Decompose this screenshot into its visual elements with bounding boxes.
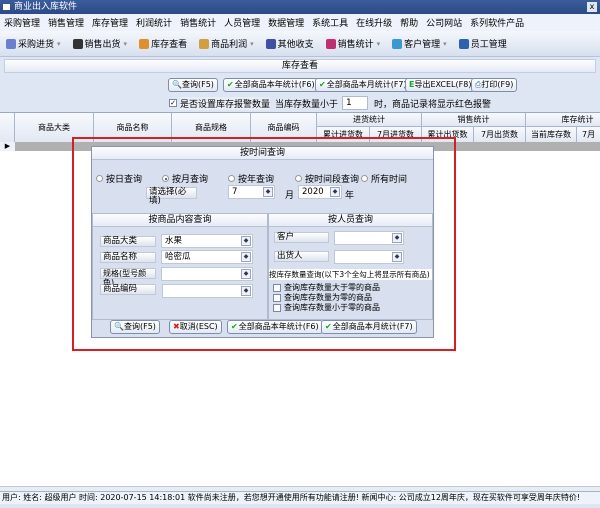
chevron-down-icon[interactable]: ▾ (57, 40, 61, 48)
column-group-header: 库存统计 (526, 113, 600, 127)
app-icon (3, 4, 10, 10)
menu-item[interactable]: 销售管理 (48, 16, 84, 29)
toolbar-label: 商品利润 (211, 40, 248, 50)
column-group-header: 进货统计 (317, 113, 422, 127)
check-icon: ✔ (319, 80, 326, 89)
query-button[interactable]: 🔍 查询(F5) (168, 78, 218, 92)
menu-item[interactable]: 销售统计 (180, 16, 216, 29)
window-title: 商业出入库软件 (14, 2, 78, 12)
month-stats-button[interactable]: ✔ 全部商品本月统计(F7) (315, 78, 411, 92)
menu-bar: 采购管理 销售管理 库存管理 利润统计 销售统计 人员管理 数据管理 系统工具 在线升级 帮助 公司… (0, 14, 600, 31)
menu-item[interactable]: 系统工具 (312, 16, 348, 29)
toolbar-button[interactable]: 销售统计 ▾ (325, 37, 381, 50)
menu-item[interactable]: 利润统计 (136, 16, 172, 29)
close-button[interactable]: x (587, 2, 597, 12)
column-group-header: 销售统计 (422, 113, 526, 127)
year-stats-button[interactable]: ✔ 全部商品本年统计(F6) (223, 78, 319, 92)
toolbar-button[interactable]: 员工管理 (458, 37, 507, 50)
chevron-down-icon[interactable]: ▾ (377, 40, 381, 48)
toolbar-button[interactable]: 库存查看 (139, 37, 187, 50)
menu-item[interactable]: 采购管理 (4, 16, 40, 29)
chevron-down-icon[interactable]: ▾ (250, 40, 254, 48)
alarm-checkbox[interactable]: ✓ (169, 99, 177, 107)
toolbar-icon (392, 38, 403, 49)
highlight-box (72, 137, 456, 351)
toolbar-icon (139, 38, 150, 49)
title-bar: 商业出入库软件 x (0, 0, 600, 14)
toolbar-label: 采购进货 (18, 40, 55, 50)
toolbar-label: 其他收支 (277, 40, 314, 50)
toolbar-icon (325, 38, 336, 49)
toolbar-label: 员工管理 (470, 40, 507, 50)
column-header[interactable]: 7月出货数 (474, 127, 526, 143)
toolbar-button[interactable]: 采购进货 ▾ (6, 37, 61, 50)
toolbar-icon (458, 38, 469, 49)
status-bar: 用户: 姓名: 超级用户 时间: 2020-07-15 14:18:01 软件尚… (0, 491, 600, 504)
toolbar-button[interactable]: 客户管理 ▾ (392, 37, 447, 50)
menu-item[interactable]: 数据管理 (268, 16, 304, 29)
toolbar-icon (265, 38, 276, 49)
chevron-down-icon[interactable]: ▾ (124, 40, 128, 48)
menu-item[interactable]: 系列软件产品 (470, 16, 524, 29)
menu-item[interactable]: 人员管理 (224, 16, 260, 29)
toolbar-button[interactable]: 销售出货 ▾ (72, 37, 128, 50)
row-header-corner (0, 113, 15, 143)
toolbar-icon (72, 38, 83, 49)
toolbar-button[interactable]: 商品利润 ▾ (199, 37, 254, 50)
toolbar: 采购进货 ▾ 销售出货 ▾ 库存查看 商品利润 ▾ 其他收支 销售统计 ▾ 客户管理 ▾ 员工管理 (0, 31, 600, 57)
alarm-row: ✓ 是否设置库存报警数量 当库存数量小于 1 时，商品记录将显示红色报警 (169, 96, 492, 110)
menu-item[interactable]: 在线升级 (356, 16, 392, 29)
chevron-down-icon[interactable]: ▾ (443, 40, 447, 48)
row-marker: ▶ (0, 142, 15, 151)
menu-item[interactable]: 公司网站 (426, 16, 462, 29)
column-header[interactable]: 当前库存数 (526, 127, 577, 143)
print-button[interactable]: ⎙ 打印(F9) (471, 78, 518, 92)
toolbar-label: 客户管理 (404, 40, 441, 50)
search-icon: 🔍 (172, 80, 182, 89)
toolbar-icon (6, 38, 16, 49)
export-excel-button[interactable]: E 导出EXCEL(F8) (405, 78, 476, 92)
toolbar-label: 销售出货 (84, 40, 121, 50)
menu-item[interactable]: 帮助 (400, 16, 418, 29)
toolbar-label: 库存查看 (151, 40, 188, 50)
toolbar-button[interactable]: 其他收支 (265, 37, 314, 50)
menu-item[interactable]: 库存管理 (92, 16, 128, 29)
toolbar-label: 销售统计 (337, 40, 374, 50)
column-header[interactable]: 7月 (577, 127, 600, 143)
alarm-quantity-input[interactable]: 1 (342, 96, 369, 110)
panel-title: 库存查看 (4, 59, 596, 73)
check-icon: ✔ (227, 80, 234, 89)
toolbar-icon (199, 38, 210, 49)
